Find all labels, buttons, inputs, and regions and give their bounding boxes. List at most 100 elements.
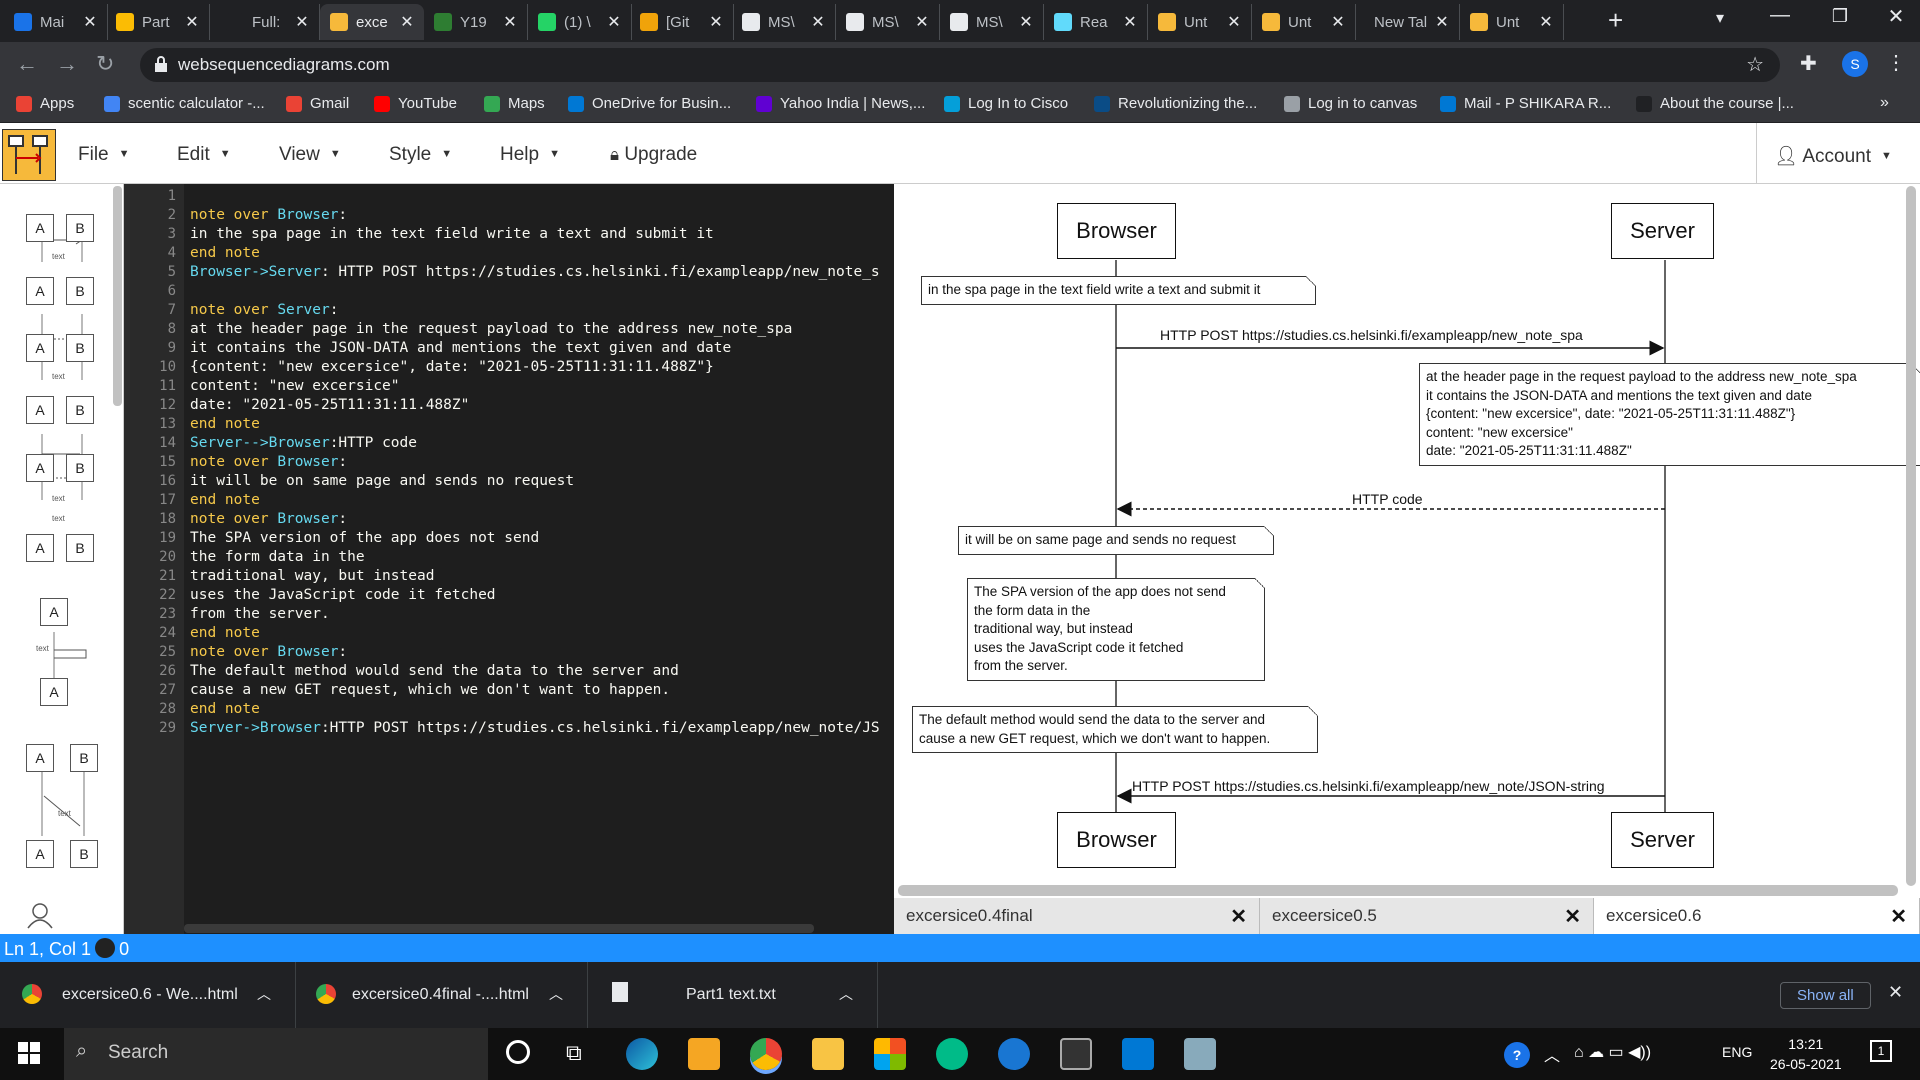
- code-line[interactable]: from the server.: [190, 606, 330, 622]
- close-tab-icon[interactable]: ✕: [1327, 12, 1349, 32]
- bookmark-item[interactable]: Apps: [16, 95, 74, 112]
- code-line[interactable]: cause a new GET request, which we don't …: [190, 682, 670, 698]
- upgrade-button[interactable]: 🔒︎ Upgrade: [610, 144, 697, 166]
- doc-tab-2[interactable]: exceersice0.5 ✕: [1260, 898, 1594, 934]
- browser-tab[interactable]: exce ✕: [320, 4, 424, 40]
- chevron-up-icon[interactable]: ︿: [1544, 1042, 1560, 1066]
- back-icon[interactable]: ←: [16, 51, 38, 77]
- download-item-2[interactable]: excersice0.4final -....html ︿: [296, 962, 588, 1028]
- chevron-up-icon[interactable]: ︿: [839, 984, 853, 1004]
- windows-start-icon[interactable]: [18, 1042, 40, 1067]
- editor-h-scrollbar[interactable]: [184, 924, 814, 933]
- code-line[interactable]: {content: "new excersice", date: "2021-0…: [190, 359, 714, 375]
- reload-icon[interactable]: ↻: [96, 51, 114, 77]
- account-menu[interactable]: 👤︎ Account ▼: [1774, 144, 1892, 168]
- bookmark-item[interactable]: OneDrive for Busin...: [568, 95, 731, 112]
- close-tab-icon[interactable]: ✕: [1119, 12, 1141, 32]
- app-icon[interactable]: [998, 1038, 1030, 1070]
- code-line[interactable]: content: "new excersice": [190, 378, 400, 394]
- edge-icon[interactable]: [626, 1038, 658, 1070]
- close-tab-icon[interactable]: ✕: [181, 12, 203, 32]
- bookmark-item[interactable]: Gmail: [286, 95, 349, 112]
- code-line[interactable]: Server->Browser:HTTP POST https://studie…: [190, 720, 880, 736]
- omnibox[interactable]: websequencediagrams.com ☆: [140, 48, 1780, 82]
- code-line[interactable]: Server-->Browser:HTTP code: [190, 435, 417, 451]
- code-line[interactable]: note over Browser:: [190, 207, 347, 223]
- forward-icon[interactable]: →: [56, 51, 78, 77]
- close-window-button[interactable]: ✕: [1866, 4, 1920, 29]
- browser-tab[interactable]: Unt ✕: [1460, 4, 1564, 40]
- show-all-button[interactable]: Show all: [1780, 982, 1871, 1009]
- close-tab-icon[interactable]: ✕: [1223, 12, 1245, 32]
- help-icon[interactable]: ?: [1504, 1042, 1530, 1068]
- close-tab-icon[interactable]: ✕: [1015, 12, 1037, 32]
- chevron-up-icon[interactable]: ︿: [257, 984, 271, 1004]
- chrome-icon[interactable]: [750, 1038, 782, 1070]
- close-shelf-icon[interactable]: ✕: [1888, 982, 1903, 1003]
- code-line[interactable]: the form data in the: [190, 549, 365, 565]
- bookmark-item[interactable]: Log in to canvas: [1284, 95, 1417, 112]
- browser-tab[interactable]: New Tal ✕: [1356, 4, 1460, 40]
- browser-tab[interactable]: Part ✕: [106, 4, 210, 40]
- code-line[interactable]: date: "2021-05-25T11:31:11.488Z": [190, 397, 469, 413]
- chrome-menu-icon[interactable]: ⋮: [1886, 50, 1906, 75]
- browser-tab[interactable]: Full: ✕: [216, 4, 320, 40]
- app-logo[interactable]: [2, 129, 56, 181]
- code-line[interactable]: uses the JavaScript code it fetched: [190, 587, 496, 603]
- browser-tab[interactable]: Y19 ✕: [424, 4, 528, 40]
- code-line[interactable]: at the header page in the request payloa…: [190, 321, 792, 337]
- notification-center-icon[interactable]: 1: [1870, 1040, 1892, 1062]
- terminal-icon[interactable]: [1060, 1038, 1092, 1070]
- menu-file[interactable]: File ▼: [78, 144, 130, 166]
- code-line[interactable]: end note: [190, 625, 260, 641]
- browser-tab[interactable]: Mai ✕: [4, 4, 108, 40]
- bookmark-item[interactable]: Maps: [484, 95, 545, 112]
- close-tab-icon[interactable]: ✕: [603, 12, 625, 32]
- tab-search-icon[interactable]: ▾: [1690, 8, 1750, 28]
- more-bookmarks-icon[interactable]: »: [1880, 94, 1889, 112]
- browser-tab[interactable]: Unt ✕: [1148, 4, 1252, 40]
- code-line[interactable]: Browser->Server: HTTP POST https://studi…: [190, 264, 880, 280]
- office-icon[interactable]: [874, 1038, 906, 1070]
- taskbar-search[interactable]: ⌕ Search: [64, 1028, 488, 1080]
- bookmark-item[interactable]: scentic calculator -...: [104, 95, 265, 112]
- bookmark-item[interactable]: Log In to Cisco: [944, 95, 1068, 112]
- close-tab-icon[interactable]: ✕: [79, 12, 101, 32]
- task-view-icon[interactable]: ⧉: [566, 1040, 582, 1066]
- minimize-button[interactable]: —: [1750, 4, 1810, 27]
- bookmark-item[interactable]: About the course |...: [1636, 95, 1794, 112]
- close-tab-icon[interactable]: ✕: [1535, 12, 1557, 32]
- language-indicator[interactable]: ENG: [1722, 1044, 1752, 1060]
- new-tab-button[interactable]: +: [1608, 6, 1623, 34]
- bookmark-star-icon[interactable]: ☆: [1746, 52, 1764, 77]
- browser-tab[interactable]: (1) \ ✕: [528, 4, 632, 40]
- url-text[interactable]: websequencediagrams.com: [178, 55, 390, 75]
- extensions-icon[interactable]: ✚: [1800, 51, 1817, 76]
- app-icon[interactable]: [936, 1038, 968, 1070]
- menu-help[interactable]: Help ▼: [500, 144, 560, 166]
- code-line[interactable]: in the spa page in the text field write …: [190, 226, 714, 242]
- app-icon[interactable]: [1184, 1038, 1216, 1070]
- system-tray-icons[interactable]: ⌂ ☁ ▭ ◀)): [1574, 1042, 1651, 1062]
- code-line[interactable]: end note: [190, 416, 260, 432]
- close-tab-icon[interactable]: ✕: [911, 12, 933, 32]
- download-item-1[interactable]: excersice0.6 - We....html ︿: [0, 962, 296, 1028]
- chevron-up-icon[interactable]: ︿: [549, 984, 563, 1004]
- cortana-icon[interactable]: [506, 1040, 530, 1064]
- browser-tab[interactable]: MS\ ✕: [836, 4, 940, 40]
- menu-edit[interactable]: Edit ▼: [177, 144, 231, 166]
- code-line[interactable]: note over Browser:: [190, 454, 347, 470]
- bookmark-item[interactable]: Revolutionizing the...: [1094, 95, 1257, 112]
- clock[interactable]: 13:21 26-05-2021: [1770, 1034, 1842, 1074]
- close-icon[interactable]: ✕: [1230, 904, 1247, 929]
- restore-button[interactable]: ❐: [1810, 6, 1870, 27]
- diagram-v-scrollbar[interactable]: [1906, 186, 1916, 886]
- close-tab-icon[interactable]: ✕: [499, 12, 521, 32]
- close-tab-icon[interactable]: ✕: [705, 12, 727, 32]
- palette-scrollbar[interactable]: [113, 186, 122, 406]
- file-explorer-icon[interactable]: [812, 1038, 844, 1070]
- close-tab-icon[interactable]: ✕: [1431, 12, 1453, 32]
- browser-tab[interactable]: MS\ ✕: [940, 4, 1044, 40]
- close-tab-icon[interactable]: ✕: [807, 12, 829, 32]
- code-line[interactable]: note over Browser:: [190, 644, 347, 660]
